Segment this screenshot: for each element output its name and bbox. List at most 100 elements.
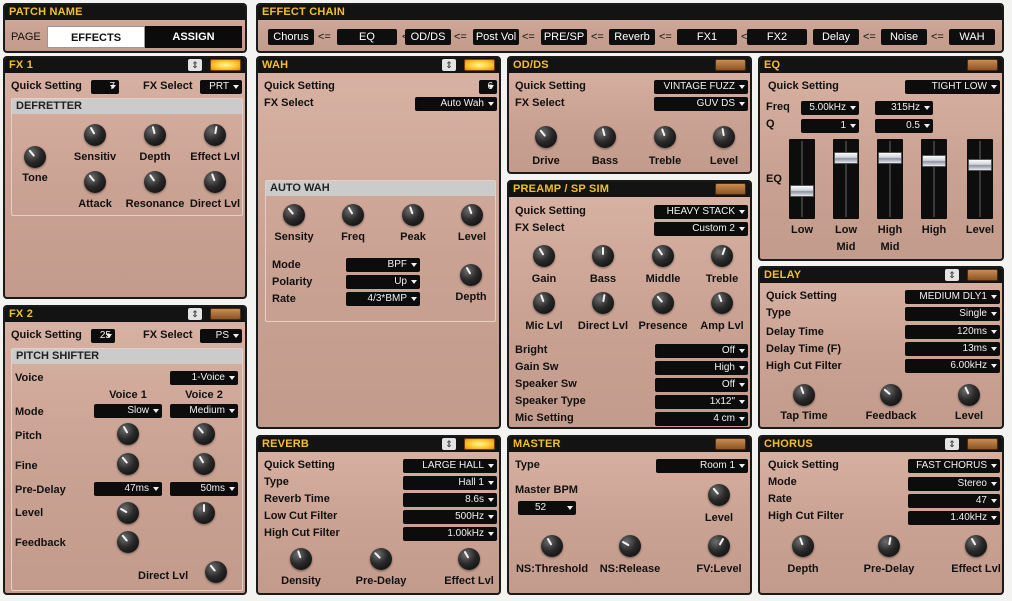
chorus-predelay-knob[interactable] bbox=[878, 535, 900, 557]
chorus-quick-setting-select[interactable]: FAST CHORUS bbox=[908, 459, 1000, 473]
fx2-quick-setting-select[interactable]: 25 bbox=[91, 329, 115, 343]
eq-freq2-select[interactable]: 315Hz bbox=[875, 101, 933, 115]
fx1-effect-lvl-knob[interactable] bbox=[204, 124, 226, 146]
preamp-bass-knob[interactable] bbox=[592, 245, 614, 267]
chain-item-pre-sp[interactable]: PRE/SP bbox=[541, 29, 587, 45]
eq-q1-select[interactable]: 1 bbox=[801, 119, 859, 133]
eq-fader-thumb[interactable] bbox=[878, 152, 902, 164]
fx1-fx-select[interactable]: PRT bbox=[200, 80, 242, 94]
reverb-quick-setting-select[interactable]: LARGE HALL bbox=[403, 459, 497, 473]
up-down-arrows-icon[interactable]: ⇕ bbox=[442, 438, 456, 450]
wah-depth-knob[interactable] bbox=[460, 264, 482, 286]
delay-feedback-knob[interactable] bbox=[880, 384, 902, 406]
wah-mode-select[interactable]: BPF bbox=[346, 258, 420, 272]
fx2-fine1-knob[interactable] bbox=[117, 453, 139, 475]
chorus-depth-knob[interactable] bbox=[792, 535, 814, 557]
odds-fx-select[interactable]: GUV DS bbox=[654, 97, 748, 111]
chain-item-chorus[interactable]: Chorus bbox=[268, 29, 314, 45]
delay-tap-time-knob[interactable] bbox=[793, 384, 815, 406]
master-ns-threshold-knob[interactable] bbox=[541, 535, 563, 557]
reverb-lcf-select[interactable]: 500Hz bbox=[403, 510, 497, 524]
fx2-voice-select[interactable]: 1-Voice bbox=[170, 371, 238, 385]
odds-drive-knob[interactable] bbox=[535, 126, 557, 148]
eq-fader-thumb[interactable] bbox=[790, 185, 814, 197]
eq-high-fader[interactable] bbox=[921, 139, 947, 219]
fx2-fine2-knob[interactable] bbox=[193, 453, 215, 475]
tab-assign[interactable]: ASSIGN bbox=[145, 26, 242, 48]
wah-peak-knob[interactable] bbox=[402, 204, 424, 226]
wah-quick-setting-select[interactable]: 6 bbox=[479, 80, 497, 94]
delay-type-select[interactable]: Single bbox=[905, 307, 1000, 321]
fx1-depth-knob[interactable] bbox=[144, 124, 166, 146]
chain-item-odds[interactable]: OD/DS bbox=[405, 29, 451, 45]
preamp-mic-lvl-knob[interactable] bbox=[533, 292, 555, 314]
chorus-hcf-select[interactable]: 1.40kHz bbox=[908, 511, 1000, 525]
fx2-mode1-select[interactable]: Slow bbox=[94, 404, 162, 418]
up-down-arrows-icon[interactable]: ⇕ bbox=[945, 438, 959, 450]
fx1-sensitiv-knob[interactable] bbox=[84, 124, 106, 146]
fx2-predelay2-select[interactable]: 50ms bbox=[170, 482, 238, 496]
wah-level-knob[interactable] bbox=[461, 204, 483, 226]
preamp-treble-knob[interactable] bbox=[711, 245, 733, 267]
wah-fx-select[interactable]: Auto Wah bbox=[415, 97, 497, 111]
master-type-select[interactable]: Room 1 bbox=[656, 459, 748, 473]
preamp-presence-knob[interactable] bbox=[652, 292, 674, 314]
wah-rate-select[interactable]: 4/3*BMP bbox=[346, 292, 420, 306]
preamp-gainsw-select[interactable]: High bbox=[655, 361, 748, 375]
odds-treble-knob[interactable] bbox=[654, 126, 676, 148]
chorus-effect-lvl-knob[interactable] bbox=[965, 535, 987, 557]
delay-timef-select[interactable]: 13ms bbox=[905, 342, 1000, 356]
wah-polarity-select[interactable]: Up bbox=[346, 275, 420, 289]
preamp-direct-lvl-knob[interactable] bbox=[592, 292, 614, 314]
chain-item-eq[interactable]: EQ bbox=[337, 29, 397, 45]
odds-quick-setting-select[interactable]: VINTAGE FUZZ bbox=[654, 80, 748, 94]
fx2-toggle-led-icon[interactable] bbox=[210, 308, 241, 320]
fx2-level1-knob[interactable] bbox=[117, 502, 139, 524]
odds-level-knob[interactable] bbox=[713, 126, 735, 148]
preamp-middle-knob[interactable] bbox=[652, 245, 674, 267]
eq-fader-thumb[interactable] bbox=[922, 155, 946, 167]
fx1-tone-knob[interactable] bbox=[24, 146, 46, 168]
fx2-mode2-select[interactable]: Medium bbox=[170, 404, 238, 418]
odds-bass-knob[interactable] bbox=[594, 126, 616, 148]
tab-effects[interactable]: EFFECTS bbox=[47, 26, 145, 48]
reverb-type-select[interactable]: Hall 1 bbox=[403, 476, 497, 490]
fx2-level2-knob[interactable] bbox=[193, 502, 215, 524]
chain-item-noise[interactable]: Noise bbox=[881, 29, 927, 45]
preamp-toggle-led-icon[interactable] bbox=[715, 183, 746, 195]
fx2-pitch2-knob[interactable] bbox=[193, 423, 215, 445]
reverb-effect-lvl-knob[interactable] bbox=[458, 548, 480, 570]
reverb-predelay-knob[interactable] bbox=[370, 548, 392, 570]
up-down-arrows-icon[interactable]: ⇕ bbox=[188, 59, 202, 71]
up-down-arrows-icon[interactable]: ⇕ bbox=[442, 59, 456, 71]
fx1-direct-lvl-knob[interactable] bbox=[204, 171, 226, 193]
delay-hcf-select[interactable]: 6.00kHz bbox=[905, 359, 1000, 373]
master-level-knob[interactable] bbox=[708, 484, 730, 506]
delay-level-knob[interactable] bbox=[958, 384, 980, 406]
delay-quick-setting-select[interactable]: MEDIUM DLY1 bbox=[905, 290, 1000, 304]
reverb-density-knob[interactable] bbox=[290, 548, 312, 570]
up-down-arrows-icon[interactable]: ⇕ bbox=[188, 308, 202, 320]
master-led-icon[interactable] bbox=[715, 438, 746, 450]
chain-item-delay[interactable]: Delay bbox=[813, 29, 859, 45]
chorus-toggle-led-icon[interactable] bbox=[967, 438, 998, 450]
eq-low-mid-fader[interactable] bbox=[833, 139, 859, 219]
delay-time-select[interactable]: 120ms bbox=[905, 325, 1000, 339]
eq-quick-setting-select[interactable]: TIGHT LOW bbox=[905, 80, 1000, 94]
wah-sensity-knob[interactable] bbox=[283, 204, 305, 226]
preamp-spktype-select[interactable]: 1x12" bbox=[655, 395, 748, 409]
preamp-mic-select[interactable]: 4 cm bbox=[655, 412, 748, 426]
fx2-feedback-knob[interactable] bbox=[117, 531, 139, 553]
eq-low-fader[interactable] bbox=[789, 139, 815, 219]
fx1-resonance-knob[interactable] bbox=[144, 171, 166, 193]
eq-fader-thumb[interactable] bbox=[968, 159, 992, 171]
preamp-bright-select[interactable]: Off bbox=[655, 344, 748, 358]
reverb-toggle-led-icon[interactable] bbox=[464, 438, 495, 450]
preamp-spksw-select[interactable]: Off bbox=[655, 378, 748, 392]
reverb-hcf-select[interactable]: 1.00kHz bbox=[403, 527, 497, 541]
eq-level-fader[interactable] bbox=[967, 139, 993, 219]
reverb-time-select[interactable]: 8.6s bbox=[403, 493, 497, 507]
master-ns-release-knob[interactable] bbox=[619, 535, 641, 557]
wah-freq-knob[interactable] bbox=[342, 204, 364, 226]
up-down-arrows-icon[interactable]: ⇕ bbox=[945, 269, 959, 281]
